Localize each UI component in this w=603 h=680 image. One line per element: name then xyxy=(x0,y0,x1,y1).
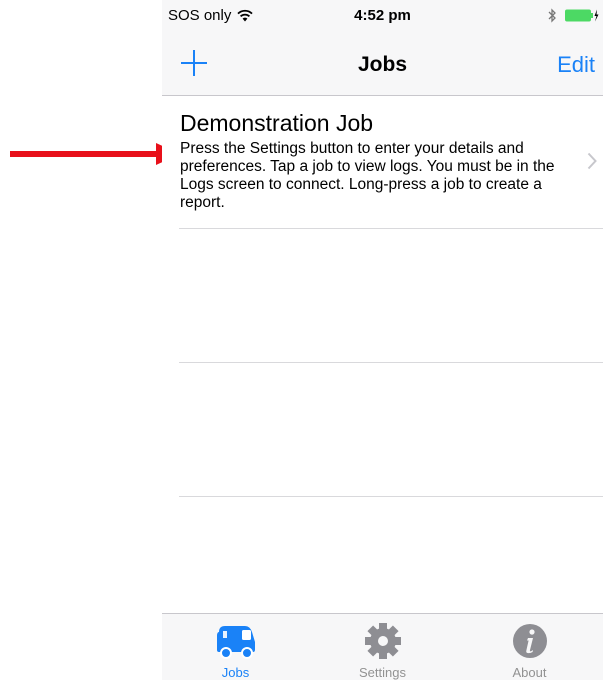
bluetooth-icon xyxy=(548,8,556,23)
annotation-arrow xyxy=(10,143,180,165)
tab-jobs[interactable]: Jobs xyxy=(162,614,309,680)
tab-about[interactable]: About xyxy=(456,614,603,680)
edit-button[interactable]: Edit xyxy=(557,52,595,78)
job-description: Press the Settings button to enter your … xyxy=(180,140,555,211)
tab-label: Settings xyxy=(359,665,406,680)
battery-charging-icon xyxy=(565,9,599,22)
info-icon xyxy=(512,624,547,658)
tab-label: About xyxy=(512,665,547,680)
empty-row xyxy=(179,363,603,497)
page: SOS only 4:52 pm Jobs Edit Demonstration… xyxy=(0,0,603,680)
chevron-right-icon xyxy=(587,152,597,170)
empty-row xyxy=(179,229,603,363)
phone-screen: SOS only 4:52 pm Jobs Edit Demonstration… xyxy=(162,0,603,680)
tab-bar: Jobs Settings About xyxy=(162,613,603,680)
gear-icon xyxy=(364,623,401,659)
status-time: 4:52 pm xyxy=(354,7,411,24)
status-bar: SOS only 4:52 pm xyxy=(162,0,603,32)
jobs-list: Demonstration Job Press the Settings but… xyxy=(162,96,603,497)
tab-label: Jobs xyxy=(221,665,250,680)
status-icons xyxy=(548,8,599,23)
job-row-demonstration[interactable]: Demonstration Job Press the Settings but… xyxy=(179,96,603,229)
tab-settings[interactable]: Settings xyxy=(309,614,456,680)
navigation-bar: Jobs Edit xyxy=(162,32,603,96)
page-title: Jobs xyxy=(357,53,407,76)
van-icon xyxy=(216,626,255,659)
job-title: Demonstration Job xyxy=(180,110,374,136)
